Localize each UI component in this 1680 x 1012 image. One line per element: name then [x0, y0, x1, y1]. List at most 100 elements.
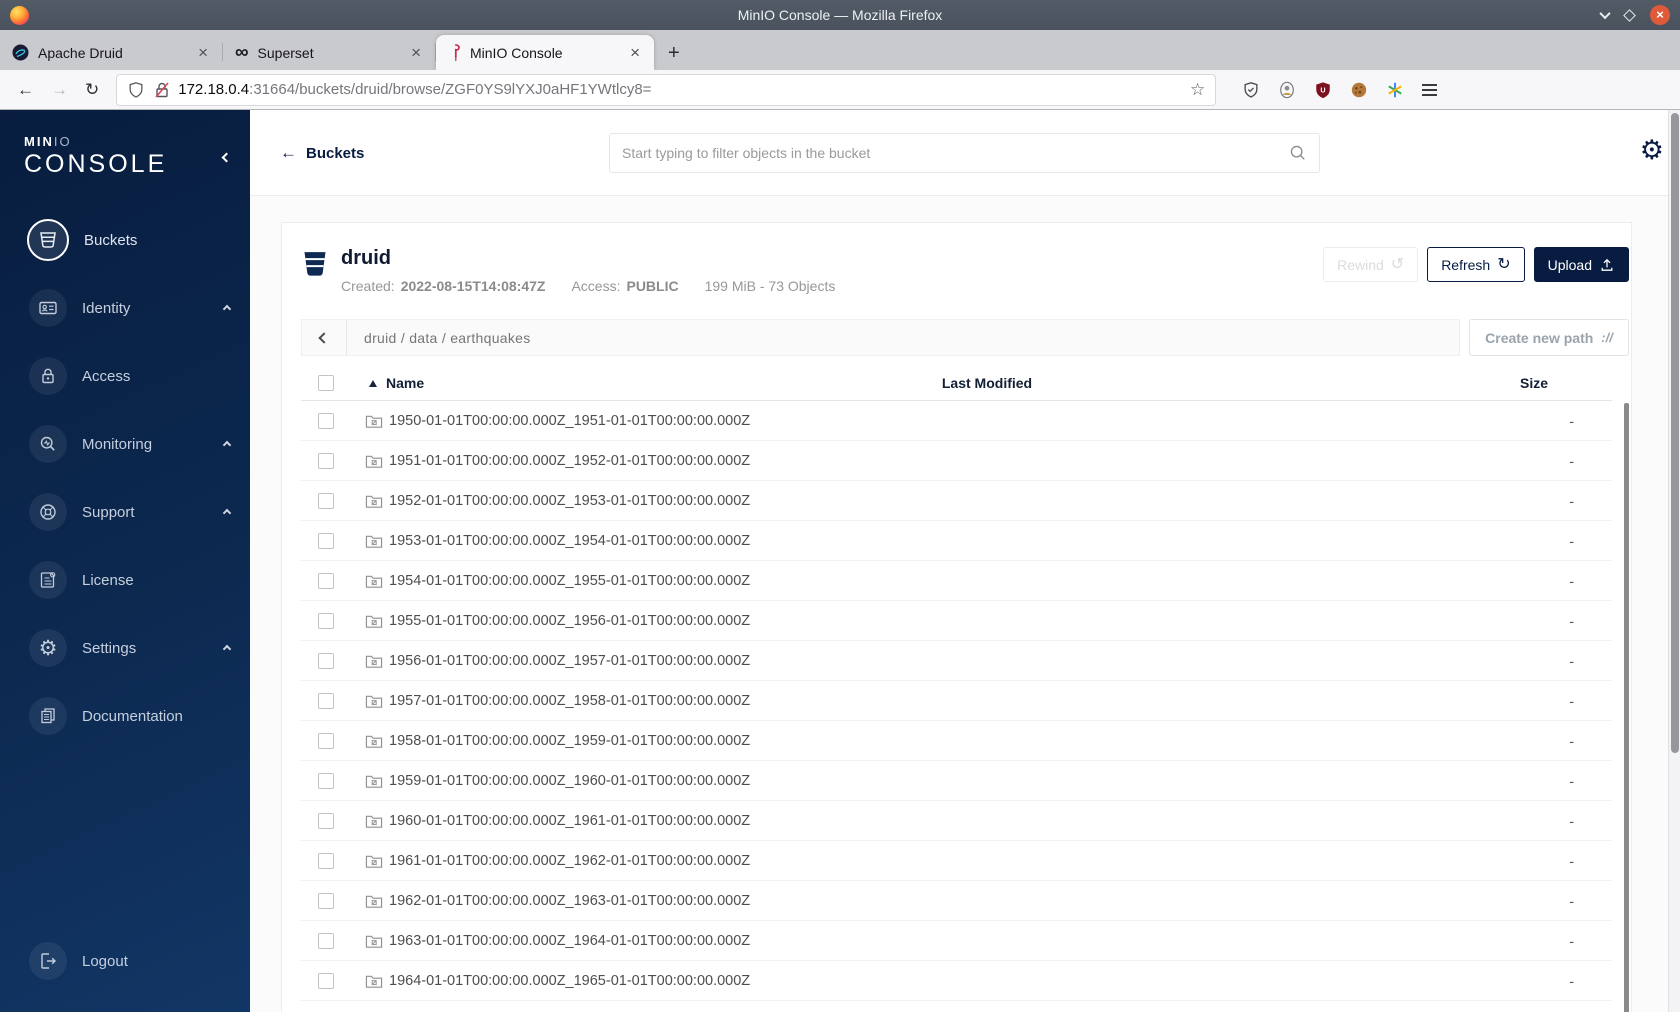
- object-name[interactable]: 1953-01-01T00:00:00.000Z_1954-01-01T00:0…: [389, 533, 750, 549]
- row-checkbox[interactable]: [318, 732, 334, 749]
- object-name[interactable]: 1955-01-01T00:00:00.000Z_1956-01-01T00:0…: [389, 613, 750, 629]
- object-row[interactable]: 1959-01-01T00:00:00.000Z_1960-01-01T00:0…: [301, 761, 1612, 801]
- forward-icon[interactable]: →: [51, 80, 68, 100]
- sidebar-item-license[interactable]: License: [0, 557, 250, 603]
- sidebar-item-documentation[interactable]: Documentation: [0, 693, 250, 739]
- object-name[interactable]: 1950-01-01T00:00:00.000Z_1951-01-01T00:0…: [389, 413, 750, 429]
- object-row[interactable]: 1963-01-01T00:00:00.000Z_1964-01-01T00:0…: [301, 921, 1612, 961]
- object-size: -: [1569, 852, 1574, 869]
- shield-icon[interactable]: [127, 81, 145, 99]
- tab-close-icon[interactable]: ×: [194, 44, 212, 61]
- bookmark-star-icon[interactable]: ☆: [1190, 80, 1205, 100]
- sidebar-item-support[interactable]: Support: [0, 489, 250, 535]
- url-bar[interactable]: 172.18.0.4:31664/buckets/druid/browse/ZG…: [116, 73, 1217, 106]
- row-checkbox[interactable]: [318, 452, 334, 469]
- window-title: MinIO Console — Mozilla Firefox: [737, 7, 943, 23]
- sidebar-item-settings[interactable]: ⚙ Settings: [0, 625, 250, 671]
- row-checkbox[interactable]: [318, 692, 334, 709]
- back-to-buckets-link[interactable]: ← Buckets: [280, 143, 364, 163]
- object-row[interactable]: 1954-01-01T00:00:00.000Z_1955-01-01T00:0…: [301, 561, 1612, 601]
- object-row[interactable]: 1956-01-01T00:00:00.000Z_1957-01-01T00:0…: [301, 641, 1612, 681]
- page-scrollbar[interactable]: [1668, 110, 1680, 1012]
- path-back-button[interactable]: [302, 320, 347, 355]
- column-name[interactable]: Name: [386, 375, 424, 391]
- sort-ascending-icon[interactable]: [369, 379, 377, 387]
- colorful-asterisk-icon[interactable]: [1386, 81, 1404, 99]
- object-name[interactable]: 1958-01-01T00:00:00.000Z_1959-01-01T00:0…: [389, 733, 750, 749]
- sidebar-item-logout[interactable]: Logout: [0, 938, 250, 984]
- object-name[interactable]: 1951-01-01T00:00:00.000Z_1952-01-01T00:0…: [389, 453, 750, 469]
- select-all-checkbox[interactable]: [318, 375, 334, 391]
- shield-check-icon[interactable]: [1242, 81, 1260, 99]
- object-row[interactable]: 1960-01-01T00:00:00.000Z_1961-01-01T00:0…: [301, 801, 1612, 841]
- chevron-up-icon[interactable]: [222, 435, 232, 453]
- row-checkbox[interactable]: [318, 932, 334, 949]
- row-checkbox[interactable]: [318, 612, 334, 629]
- object-name[interactable]: 1959-01-01T00:00:00.000Z_1960-01-01T00:0…: [389, 773, 750, 789]
- sidebar-collapse-icon[interactable]: [221, 148, 232, 166]
- create-new-path-button[interactable]: Create new path ://: [1469, 319, 1629, 356]
- row-checkbox[interactable]: [318, 852, 334, 869]
- object-name[interactable]: 1963-01-01T00:00:00.000Z_1964-01-01T00:0…: [389, 933, 750, 949]
- filter-objects-input[interactable]: [622, 145, 1289, 161]
- back-icon[interactable]: ←: [17, 80, 34, 100]
- row-checkbox[interactable]: [318, 972, 334, 989]
- tab-superset[interactable]: ∞ Superset ×: [223, 35, 435, 70]
- ublock-icon[interactable]: U: [1314, 81, 1332, 99]
- object-name[interactable]: 1956-01-01T00:00:00.000Z_1957-01-01T00:0…: [389, 653, 750, 669]
- object-name[interactable]: 1952-01-01T00:00:00.000Z_1953-01-01T00:0…: [389, 493, 750, 509]
- column-size[interactable]: Size: [1177, 375, 1612, 391]
- table-scrollbar[interactable]: [1624, 403, 1629, 1012]
- object-row[interactable]: 1958-01-01T00:00:00.000Z_1959-01-01T00:0…: [301, 721, 1612, 761]
- object-row[interactable]: 1955-01-01T00:00:00.000Z_1956-01-01T00:0…: [301, 601, 1612, 641]
- object-row[interactable]: 1951-01-01T00:00:00.000Z_1952-01-01T00:0…: [301, 441, 1612, 481]
- object-name[interactable]: 1954-01-01T00:00:00.000Z_1955-01-01T00:0…: [389, 573, 750, 589]
- refresh-button[interactable]: Refresh ↻: [1427, 247, 1525, 282]
- sidebar-item-access[interactable]: Access: [0, 353, 250, 399]
- chevron-up-icon[interactable]: [222, 503, 232, 521]
- reload-icon[interactable]: ↻: [85, 80, 99, 100]
- object-row[interactable]: 1953-01-01T00:00:00.000Z_1954-01-01T00:0…: [301, 521, 1612, 561]
- rewind-button[interactable]: Rewind ↺: [1323, 247, 1419, 282]
- row-checkbox[interactable]: [318, 492, 334, 509]
- row-checkbox[interactable]: [318, 772, 334, 789]
- page-scrollbar-thumb[interactable]: [1670, 113, 1679, 753]
- settings-gear-icon[interactable]: ⚙: [1640, 137, 1664, 164]
- object-row[interactable]: 1950-01-01T00:00:00.000Z_1951-01-01T00:0…: [301, 401, 1612, 441]
- tab-minio-console[interactable]: MinIO Console ×: [436, 35, 654, 70]
- tab-close-icon[interactable]: ×: [407, 44, 425, 61]
- cookie-icon[interactable]: [1350, 81, 1368, 99]
- chevron-up-icon[interactable]: [222, 299, 232, 317]
- object-name[interactable]: 1960-01-01T00:00:00.000Z_1961-01-01T00:0…: [389, 813, 750, 829]
- row-checkbox[interactable]: [318, 812, 334, 829]
- tab-close-icon[interactable]: ×: [626, 44, 644, 61]
- sidebar-item-identity[interactable]: Identity: [0, 285, 250, 331]
- column-last-modified[interactable]: Last Modified: [797, 375, 1177, 391]
- object-row[interactable]: 1964-01-01T00:00:00.000Z_1965-01-01T00:0…: [301, 961, 1612, 1001]
- sidebar-item-monitoring[interactable]: Monitoring: [0, 421, 250, 467]
- account-icon[interactable]: [1278, 81, 1296, 99]
- object-row[interactable]: 1962-01-01T00:00:00.000Z_1963-01-01T00:0…: [301, 881, 1612, 921]
- object-name[interactable]: 1957-01-01T00:00:00.000Z_1958-01-01T00:0…: [389, 693, 750, 709]
- insecure-lock-icon[interactable]: [154, 81, 170, 99]
- close-window-icon[interactable]: ×: [1650, 5, 1670, 25]
- maximize-icon[interactable]: [1623, 8, 1636, 22]
- row-checkbox[interactable]: [318, 532, 334, 549]
- object-name[interactable]: 1964-01-01T00:00:00.000Z_1965-01-01T00:0…: [389, 973, 750, 989]
- sidebar-item-buckets[interactable]: Buckets: [0, 217, 250, 263]
- row-checkbox[interactable]: [318, 652, 334, 669]
- object-row[interactable]: 1961-01-01T00:00:00.000Z_1962-01-01T00:0…: [301, 841, 1612, 881]
- new-tab-button[interactable]: +: [668, 42, 680, 65]
- object-row[interactable]: 1957-01-01T00:00:00.000Z_1958-01-01T00:0…: [301, 681, 1612, 721]
- row-checkbox[interactable]: [318, 892, 334, 909]
- minimize-icon[interactable]: [1599, 7, 1611, 20]
- object-row[interactable]: 1952-01-01T00:00:00.000Z_1953-01-01T00:0…: [301, 481, 1612, 521]
- upload-button[interactable]: Upload: [1533, 247, 1629, 282]
- chevron-up-icon[interactable]: [222, 639, 232, 657]
- menu-icon[interactable]: [1422, 83, 1438, 96]
- object-name[interactable]: 1961-01-01T00:00:00.000Z_1962-01-01T00:0…: [389, 853, 750, 869]
- tab-apache-druid[interactable]: Apache Druid ×: [0, 35, 222, 70]
- row-checkbox[interactable]: [318, 412, 334, 429]
- row-checkbox[interactable]: [318, 572, 334, 589]
- object-name[interactable]: 1962-01-01T00:00:00.000Z_1963-01-01T00:0…: [389, 893, 750, 909]
